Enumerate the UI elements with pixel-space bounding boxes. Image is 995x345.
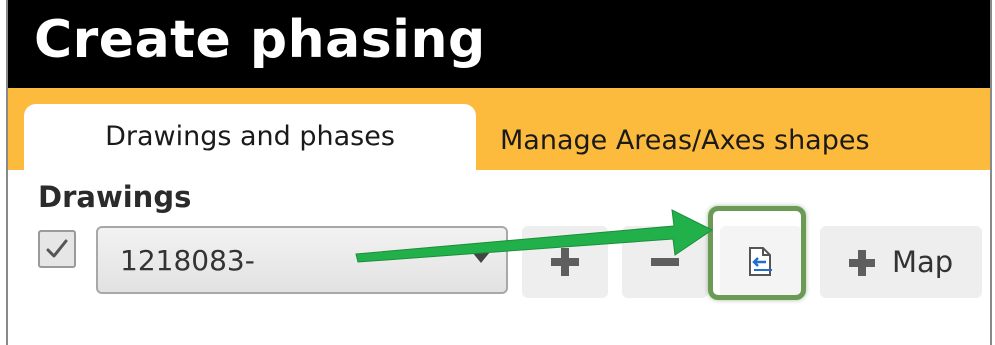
export-drawing-button[interactable] <box>720 226 802 298</box>
minus-icon <box>651 258 679 266</box>
title-bar: Create phasing <box>8 0 990 88</box>
tab-drawings-and-phases[interactable]: Drawings and phases <box>24 104 476 170</box>
chevron-down-icon <box>472 252 490 263</box>
add-drawing-button[interactable] <box>522 226 608 298</box>
plus-icon <box>551 248 579 276</box>
add-map-button[interactable]: Map <box>820 226 982 298</box>
selected-drawing-value: 1218083- <box>120 244 255 277</box>
remove-drawing-button[interactable] <box>622 226 708 298</box>
tab-manage-areas-axes-shapes[interactable]: Manage Areas/Axes shapes <box>500 104 920 170</box>
create-phasing-window: Create phasing Drawings and phases Manag… <box>6 0 992 345</box>
map-button-label: Map <box>892 245 954 279</box>
tab-strip: Drawings and phases Manage Areas/Axes sh… <box>8 88 990 170</box>
window-title: Create phasing <box>34 10 486 70</box>
drawing-select-dropdown[interactable]: 1218083- <box>96 226 508 294</box>
checkmark-icon <box>46 239 68 258</box>
plus-icon <box>849 250 875 276</box>
drawings-section-label: Drawings <box>38 180 192 214</box>
document-arrow-icon <box>749 247 772 276</box>
drawing-enabled-checkbox[interactable] <box>38 230 76 268</box>
